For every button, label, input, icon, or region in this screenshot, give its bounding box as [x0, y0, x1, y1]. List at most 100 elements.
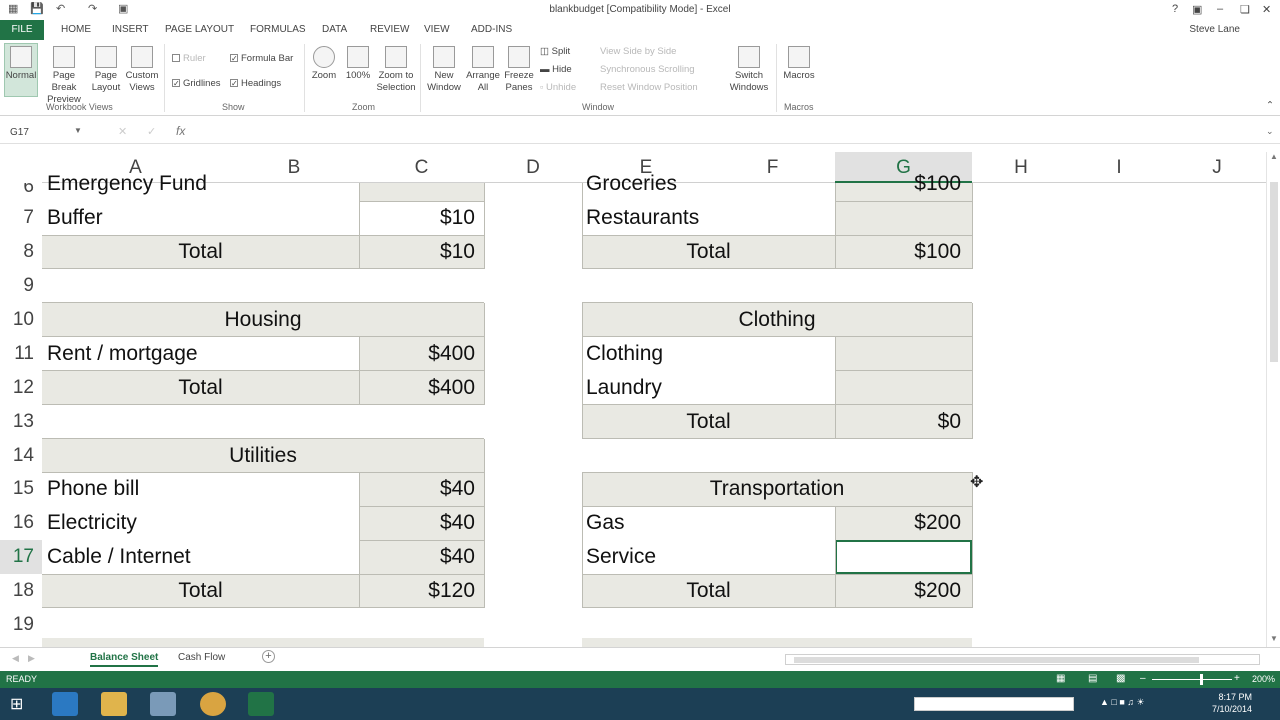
- formula-input[interactable]: [200, 125, 1260, 141]
- cell-a12-total[interactable]: Total: [42, 371, 359, 405]
- zoom-level[interactable]: 200%: [1252, 674, 1275, 684]
- cell-c12[interactable]: $400: [359, 371, 475, 405]
- row-header-11[interactable]: 11: [0, 337, 42, 371]
- chrome-icon[interactable]: [200, 692, 226, 716]
- row-header-16[interactable]: 16: [0, 506, 42, 540]
- cell-c8[interactable]: $10: [359, 235, 475, 269]
- headings-checkbox[interactable]: ✓ Headings: [230, 78, 281, 89]
- row-header-8[interactable]: 8: [0, 235, 42, 269]
- zoom-slider-track[interactable]: [1152, 679, 1232, 680]
- name-box[interactable]: G17: [4, 125, 84, 141]
- zoom-slider-thumb[interactable]: [1200, 674, 1203, 685]
- cell-a7[interactable]: Buffer: [47, 201, 103, 235]
- zoom-100-button[interactable]: 100%: [342, 46, 374, 82]
- tab-review[interactable]: REVIEW: [370, 24, 409, 35]
- new-window-button[interactable]: New Window: [424, 46, 464, 94]
- sheet-tab-balance-sheet[interactable]: Balance Sheet: [90, 652, 159, 667]
- macros-button[interactable]: Macros: [780, 46, 818, 82]
- page-break-view-icon[interactable]: ▩: [1116, 673, 1125, 684]
- row-header-6[interactable]: 6: [0, 183, 42, 201]
- column-header-d[interactable]: D: [484, 152, 582, 183]
- tab-insert[interactable]: INSERT: [112, 24, 149, 35]
- cell-a18-total[interactable]: Total: [42, 574, 359, 608]
- page-layout-button[interactable]: Page Layout: [90, 46, 122, 94]
- tab-home[interactable]: HOME: [61, 24, 91, 35]
- gridlines-checkbox[interactable]: ✓ Gridlines: [172, 78, 221, 89]
- cell-a6[interactable]: Emergency Fund: [47, 172, 207, 196]
- sheet-next-icon[interactable]: ▶: [28, 653, 35, 664]
- zoom-in-icon[interactable]: +: [1234, 673, 1240, 684]
- cell-e8-total[interactable]: Total: [582, 235, 835, 269]
- page-layout-view-icon[interactable]: ▤: [1088, 673, 1097, 684]
- ribbon-display-icon[interactable]: ▣: [1192, 3, 1202, 16]
- cell-g8[interactable]: $100: [835, 235, 961, 269]
- cell-g18[interactable]: $200: [835, 574, 961, 608]
- utilities-header[interactable]: Utilities: [42, 439, 484, 473]
- cell-e16[interactable]: Gas: [586, 506, 625, 540]
- add-sheet-icon[interactable]: +: [262, 650, 275, 663]
- row-header-18[interactable]: 18: [0, 574, 42, 608]
- column-header-i[interactable]: I: [1070, 152, 1168, 183]
- expand-formula-bar-icon[interactable]: ⌄: [1266, 126, 1274, 137]
- column-header-j[interactable]: J: [1168, 152, 1266, 183]
- clock[interactable]: 8:17 PM 7/10/2014: [1212, 691, 1252, 715]
- vertical-scroll-thumb[interactable]: [1270, 182, 1278, 362]
- zoom-out-icon[interactable]: –: [1140, 673, 1146, 684]
- cell-a11[interactable]: Rent / mortgage: [47, 337, 198, 371]
- close-icon[interactable]: ✕: [1262, 3, 1271, 16]
- row-header-7[interactable]: 7: [0, 201, 42, 235]
- scroll-down-icon[interactable]: ▼: [1270, 634, 1278, 643]
- excel-taskbar-icon[interactable]: [248, 692, 274, 716]
- cell-g6[interactable]: $100: [835, 172, 961, 196]
- clothing-header[interactable]: Clothing: [582, 303, 972, 337]
- normal-view-icon[interactable]: ▦: [1056, 673, 1065, 684]
- column-header-b[interactable]: B: [229, 152, 359, 183]
- cell-e7[interactable]: Restaurants: [586, 201, 699, 235]
- tab-page-layout[interactable]: PAGE LAYOUT: [165, 24, 234, 35]
- cell-c15[interactable]: $40: [359, 472, 475, 506]
- cell-c18[interactable]: $120: [359, 574, 475, 608]
- tab-formulas[interactable]: FORMULAS: [250, 24, 306, 35]
- tab-file[interactable]: FILE: [0, 20, 44, 40]
- column-header-f[interactable]: F: [710, 152, 835, 183]
- unhide-button[interactable]: ▫ Unhide: [540, 82, 576, 93]
- cell-g13[interactable]: $0: [835, 405, 961, 439]
- taskbar-address-box[interactable]: [914, 697, 1074, 711]
- horizontal-scrollbar[interactable]: [785, 654, 1260, 665]
- zoom-to-selection-button[interactable]: Zoom to Selection: [374, 46, 418, 94]
- arrange-all-button[interactable]: Arrange All: [464, 46, 502, 94]
- scroll-up-icon[interactable]: ▲: [1270, 152, 1278, 161]
- synchronous-scrolling-button[interactable]: Synchronous Scrolling: [600, 64, 695, 75]
- minimize-icon[interactable]: –: [1217, 3, 1223, 15]
- file-explorer-icon[interactable]: [101, 692, 127, 716]
- formula-bar-checkbox[interactable]: ✓ Formula Bar: [230, 53, 293, 64]
- tab-view[interactable]: VIEW: [424, 24, 450, 35]
- housing-header[interactable]: Housing: [42, 303, 484, 337]
- hide-button[interactable]: ▬ Hide: [540, 64, 572, 75]
- user-name[interactable]: Steve Lane: [1189, 24, 1240, 35]
- vertical-scrollbar[interactable]: ▲ ▼: [1266, 152, 1280, 647]
- sheet-tab-cash-flow[interactable]: Cash Flow: [178, 652, 225, 663]
- app-icon[interactable]: [150, 692, 176, 716]
- row-header-14[interactable]: 14: [0, 439, 42, 473]
- cell-a16[interactable]: Electricity: [47, 506, 137, 540]
- row-header-12[interactable]: 12: [0, 371, 42, 405]
- column-header-c[interactable]: C: [359, 152, 484, 183]
- selected-cell-g17[interactable]: [835, 540, 972, 574]
- restore-icon[interactable]: ❏: [1240, 3, 1250, 16]
- column-header-h[interactable]: H: [972, 152, 1070, 183]
- cell-a8-total[interactable]: Total: [42, 235, 359, 269]
- cell-c17[interactable]: $40: [359, 540, 475, 574]
- cell-e6[interactable]: Groceries: [586, 172, 677, 196]
- enter-icon[interactable]: ✓: [147, 125, 156, 138]
- tab-add-ins[interactable]: ADD-INS: [471, 24, 512, 35]
- sheet-prev-icon[interactable]: ◀: [12, 653, 19, 664]
- row-header-17[interactable]: 17: [0, 540, 42, 574]
- zoom-button[interactable]: Zoom: [308, 46, 340, 82]
- row-header-15[interactable]: 15: [0, 472, 42, 506]
- cell-c16[interactable]: $40: [359, 506, 475, 540]
- row-header-9[interactable]: 9: [0, 269, 42, 303]
- cell-e13-total[interactable]: Total: [582, 405, 835, 439]
- cell-c11[interactable]: $400: [359, 337, 475, 371]
- cancel-icon[interactable]: ✕: [118, 125, 127, 138]
